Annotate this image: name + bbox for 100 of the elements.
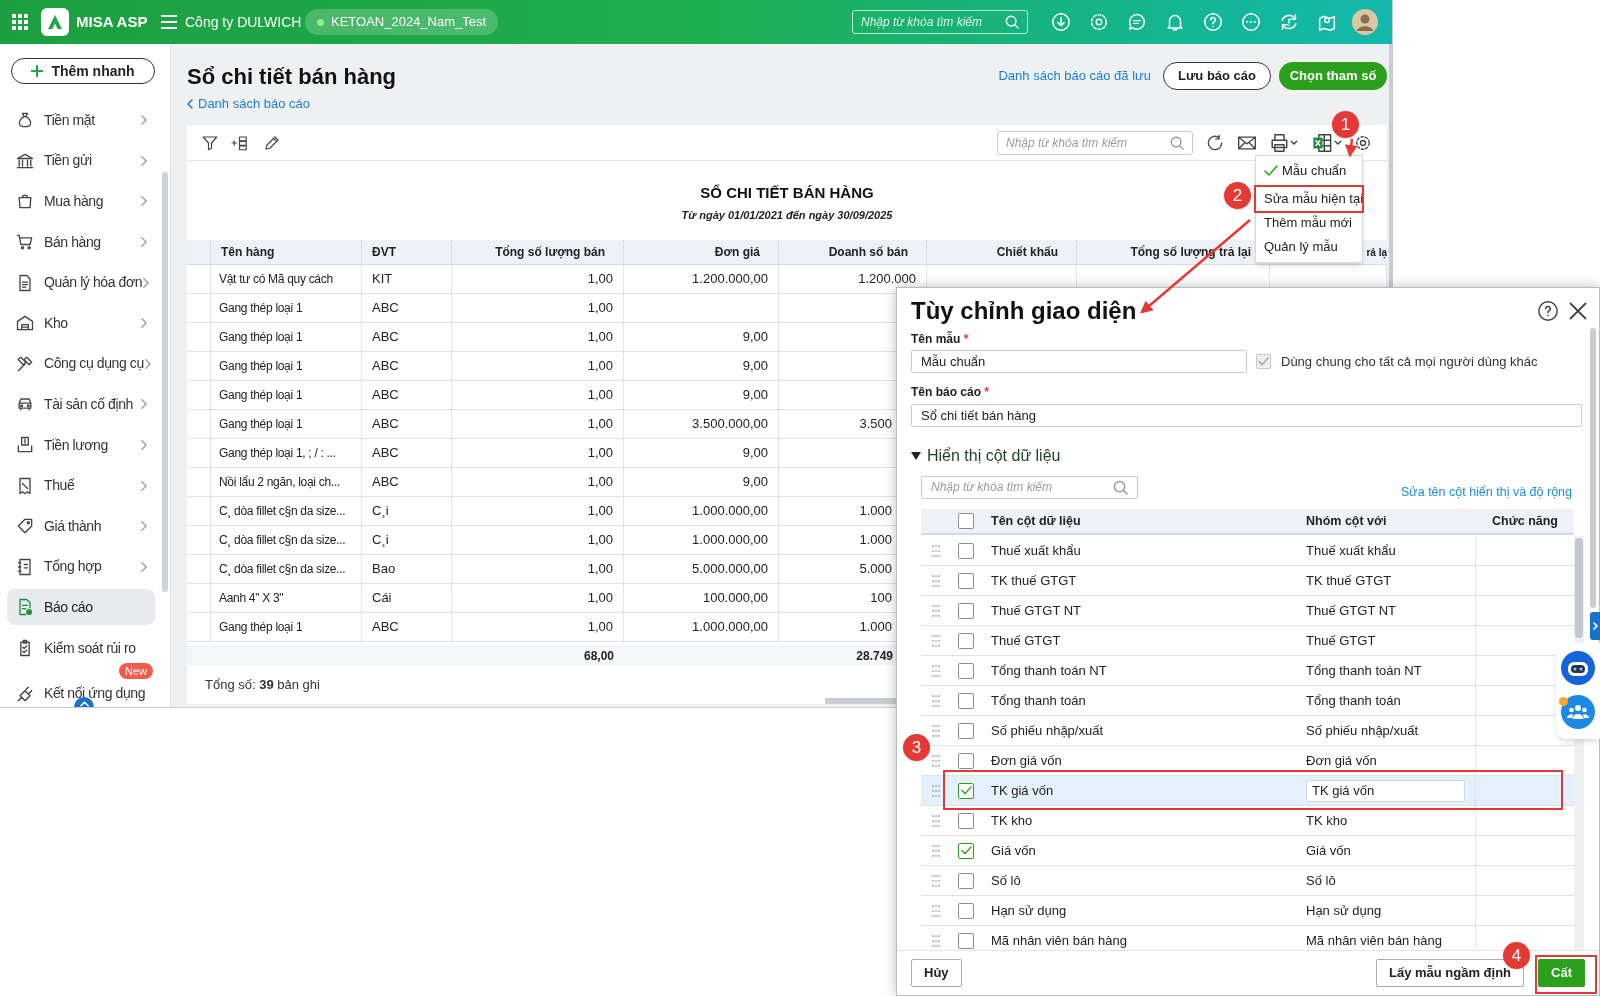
close-icon[interactable]	[1569, 302, 1587, 320]
report-subtitle: Từ ngày 01/01/2021 đến ngày 30/09/2025	[681, 207, 893, 223]
checkbox[interactable]	[958, 842, 974, 859]
sidebar-item[interactable]: Báo cáo	[7, 589, 155, 626]
cancel-button[interactable]: Hủy	[911, 959, 962, 987]
download-icon[interactable]	[1050, 11, 1072, 33]
table-cell-text: 1,00	[587, 531, 613, 550]
column-header: Nhóm cột với	[1306, 512, 1388, 530]
checkbox[interactable]	[958, 602, 974, 619]
help-icon[interactable]	[1537, 300, 1559, 322]
menu-item[interactable]: Thêm mẫu mới	[1256, 211, 1362, 235]
sync-icon[interactable]	[1278, 11, 1300, 33]
table-cell-text: Thuế GTGT	[991, 631, 1062, 650]
menu-icon[interactable]	[161, 15, 177, 29]
checkbox[interactable]	[958, 513, 974, 529]
drag-handle-icon[interactable]	[932, 844, 940, 857]
sidebar-item[interactable]: Mua hàng	[7, 183, 155, 220]
table-cell-text: 1,00	[587, 270, 613, 289]
sidebar-item[interactable]: Tiền lương	[7, 427, 155, 464]
chat-icon[interactable]	[1126, 11, 1148, 33]
table-cell-text: Aanh 4" X 3"	[219, 590, 284, 607]
sidebar-item[interactable]: Công cụ dụng cụ	[7, 345, 155, 382]
spreadsheet-icon[interactable]	[1311, 132, 1343, 153]
menu-item[interactable]: Mẫu chuẩn	[1256, 159, 1362, 183]
app-name: MISA ASP	[76, 11, 149, 32]
table-cell-text: 1.200.000	[858, 270, 916, 289]
column-header: Đơn giá	[714, 244, 760, 261]
sidebar-item[interactable]: Tài sản cố định	[7, 386, 155, 423]
checkbox-label: Dùng chung cho tất cả mọi người dùng khác	[1281, 352, 1538, 371]
quick-add-button[interactable]: Thêm nhanh	[11, 58, 155, 84]
sidebar-item[interactable]: Giá thành	[7, 508, 155, 545]
drag-handle-icon[interactable]	[932, 664, 940, 677]
avatar-icon[interactable]	[1352, 9, 1378, 35]
checkbox[interactable]	[958, 572, 974, 589]
checkbox[interactable]	[958, 632, 974, 649]
table-cell-text: Hạn sử dụng	[991, 901, 1068, 920]
table-cell-text: 1,00	[587, 502, 613, 521]
sidebar-item[interactable]: Kho	[7, 305, 155, 342]
checkbox[interactable]	[958, 722, 974, 739]
saved-reports-link[interactable]: Danh sách báo cáo đã lưu	[998, 66, 1151, 86]
table-cell-text: ABC	[372, 618, 399, 637]
sidebar-item[interactable]: Tiền gửi	[7, 142, 155, 179]
checkbox[interactable]	[958, 932, 974, 949]
table-cell-text: Thuế xuất khẩu	[991, 541, 1082, 560]
sidebar-item[interactable]: Kết nối ứng dụng	[7, 679, 155, 707]
table-cell-text: ABC	[372, 444, 399, 463]
report-title: SỔ CHI TIẾT BÁN HÀNG	[700, 183, 874, 203]
apps-grid-icon[interactable]	[12, 14, 28, 30]
sidebar-item[interactable]: Tiền mặt	[7, 102, 155, 139]
scrollbar	[825, 698, 896, 704]
column-header: Tên hàng	[221, 244, 275, 261]
drag-handle-icon[interactable]	[932, 694, 940, 707]
printer-icon[interactable]	[1269, 132, 1299, 153]
column-header: Tên cột dữ liệu	[991, 512, 1082, 530]
refresh-icon[interactable]	[1205, 132, 1225, 153]
drag-handle-icon[interactable]	[932, 874, 940, 887]
table-cell-text: 1,00	[587, 473, 613, 492]
back-link[interactable]: Danh sách báo cáo	[187, 94, 311, 114]
input-field[interactable]: TK giá vốn	[1306, 779, 1465, 802]
table-cell-text: 5.000.000,00	[692, 560, 768, 579]
menu-item[interactable]: Quản lý mẫu	[1256, 235, 1362, 259]
table-cell-text: Hạn sử dụng	[1306, 901, 1383, 920]
drag-handle-icon[interactable]	[932, 934, 940, 947]
save-report-button[interactable]: Lưu báo cáo	[1163, 62, 1271, 90]
menu-item[interactable]: Sửa mẫu hiện tại	[1256, 187, 1362, 211]
input-field[interactable]: Mẫu chuẩn	[911, 350, 1247, 373]
sidebar-item[interactable]: Thuế	[7, 467, 155, 504]
checkbox[interactable]	[958, 662, 974, 679]
table-cell-text: Số lô	[991, 871, 1022, 890]
checkbox[interactable]	[958, 902, 974, 919]
drag-handle-icon[interactable]	[932, 814, 940, 827]
drag-handle-icon[interactable]	[932, 724, 940, 737]
table-cell-text: Số lô	[1306, 871, 1337, 890]
side-tab[interactable]	[1590, 612, 1600, 640]
checkbox[interactable]	[958, 542, 974, 559]
checkbox[interactable]	[958, 692, 974, 709]
drag-handle-icon[interactable]	[932, 574, 940, 587]
column-header: Doanh số bán	[828, 244, 908, 261]
robot-icon[interactable]	[1561, 651, 1595, 685]
filter-icon[interactable]	[201, 133, 219, 152]
drag-handle-icon[interactable]	[932, 544, 940, 557]
drag-handle-icon[interactable]	[932, 634, 940, 647]
mail-icon[interactable]	[1237, 133, 1257, 152]
drag-handle-icon[interactable]	[932, 784, 940, 797]
input-field[interactable]: Sổ chi tiết bán hàng	[911, 404, 1582, 427]
sidebar-item[interactable]: Kiểm soát rủi ro	[7, 630, 155, 666]
checkbox[interactable]	[958, 752, 974, 769]
people-icon[interactable]	[1561, 695, 1595, 729]
checkbox[interactable]	[958, 872, 974, 889]
drag-handle-icon[interactable]	[932, 754, 940, 767]
section-toggle[interactable]: Hiển thị cột dữ liệu	[897, 444, 1599, 468]
rename-columns-link[interactable]: Sửa tên cột hiển thị và độ rộng	[1401, 482, 1572, 502]
checkbox[interactable]	[958, 812, 974, 829]
sidebar-item[interactable]: Tổng hợp	[7, 548, 155, 585]
sidebar-item[interactable]: Bán hàng	[7, 224, 155, 261]
drag-handle-icon[interactable]	[932, 604, 940, 617]
sidebar-item[interactable]: Quản lý hóa đơn	[7, 264, 155, 301]
more-icon[interactable]	[1240, 11, 1262, 33]
checkbox[interactable]	[958, 782, 974, 799]
drag-handle-icon[interactable]	[932, 904, 940, 917]
